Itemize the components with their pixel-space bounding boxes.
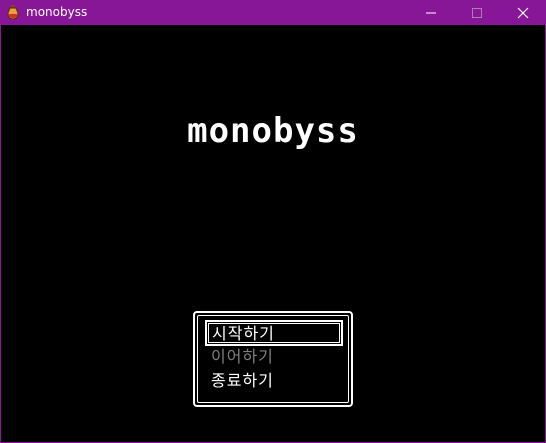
app-window: monobyss monobyss 시작하기 이어하기 종료하기 — [0, 0, 546, 443]
maximize-icon — [472, 8, 482, 18]
window-title: monobyss — [26, 5, 88, 19]
game-title: monobyss — [187, 111, 359, 151]
minimize-button[interactable] — [408, 0, 454, 25]
menu-item-start[interactable]: 시작하기 — [205, 320, 343, 346]
menu-item-quit[interactable]: 종료하기 — [207, 370, 341, 392]
potion-icon — [5, 4, 21, 20]
close-button[interactable] — [500, 0, 546, 25]
minimize-icon — [426, 12, 436, 14]
maximize-button[interactable] — [454, 0, 500, 25]
close-icon — [517, 7, 529, 19]
game-canvas[interactable]: monobyss 시작하기 이어하기 종료하기 — [1, 25, 545, 442]
title-menu: 시작하기 이어하기 종료하기 — [193, 311, 353, 407]
menu-item-continue[interactable]: 이어하기 — [207, 346, 341, 368]
title-bar[interactable]: monobyss — [0, 0, 546, 25]
